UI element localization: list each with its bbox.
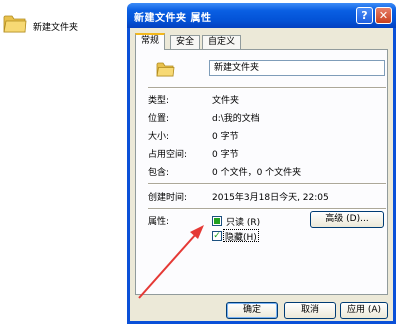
tab-general[interactable]: 常规 xyxy=(135,33,166,50)
annotation-arrow xyxy=(138,225,204,299)
